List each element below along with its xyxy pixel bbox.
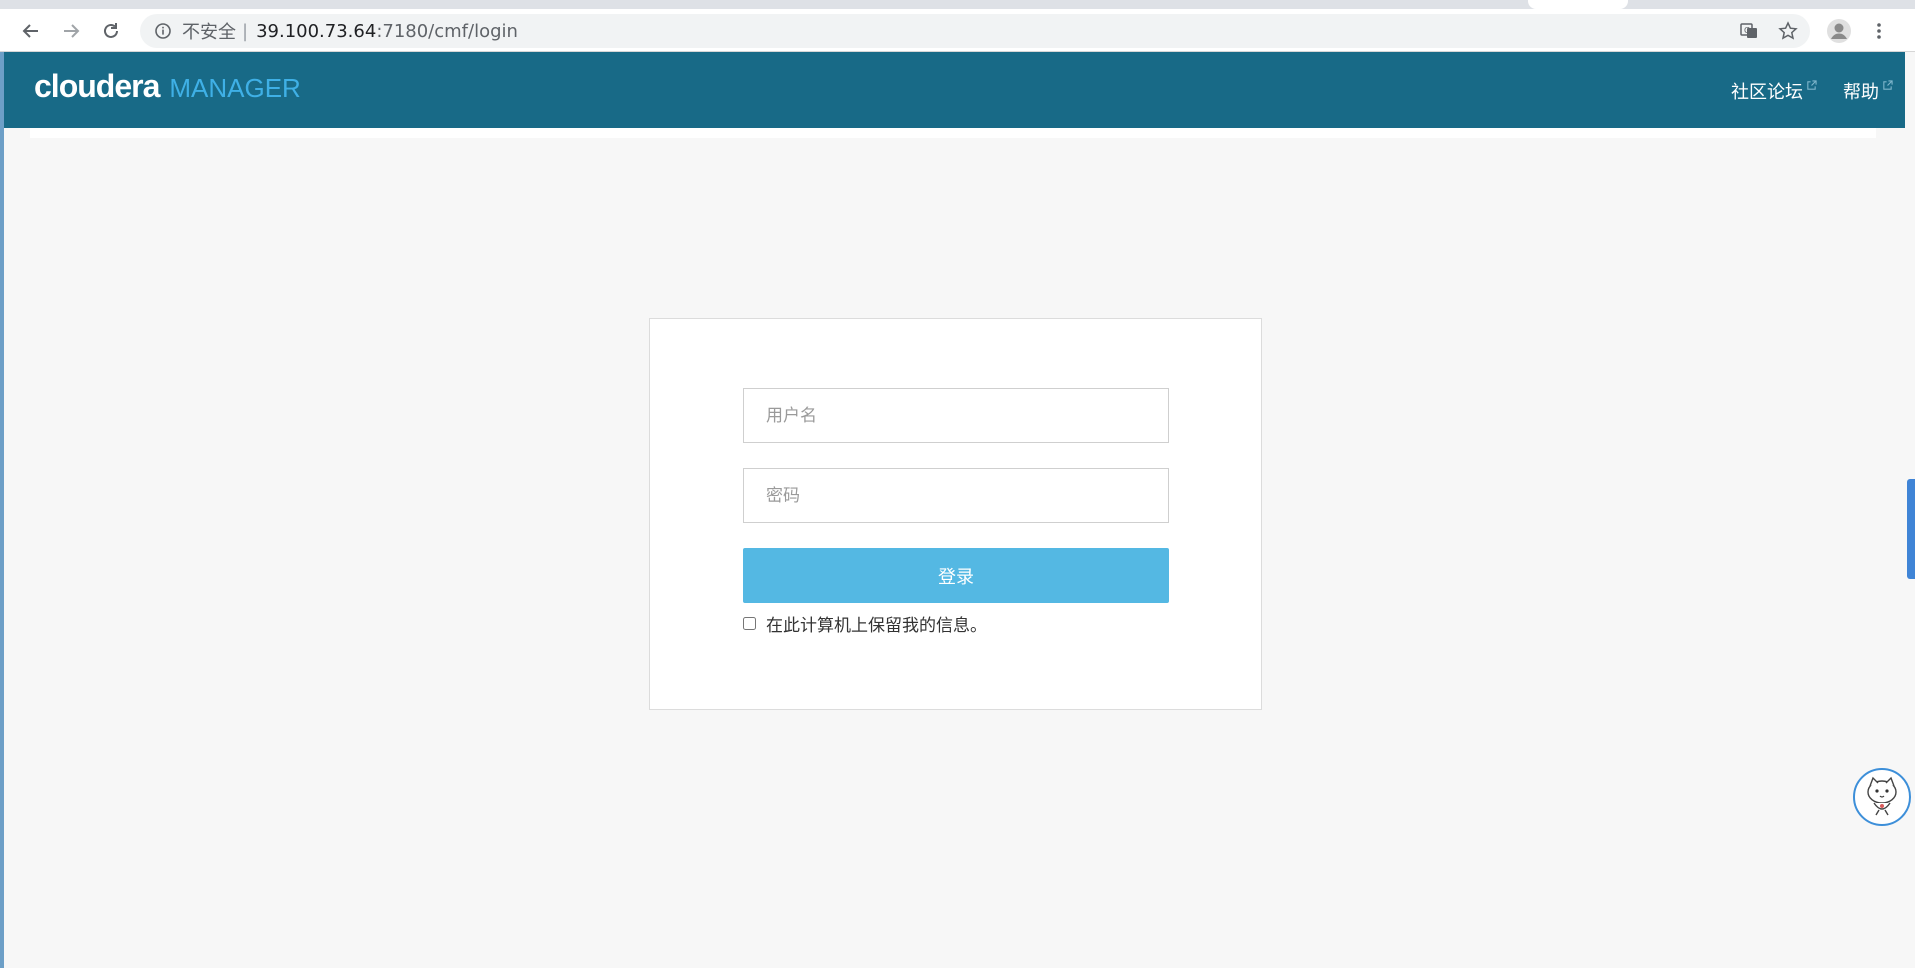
app-header: cloudera MANAGER 社区论坛 帮助	[4, 52, 1905, 128]
star-icon	[1778, 21, 1798, 40]
login-button[interactable]: 登录	[743, 548, 1169, 603]
arrow-left-icon	[22, 24, 38, 38]
header-links: 社区论坛 帮助	[1705, 78, 1893, 104]
security-label[interactable]: 不安全	[182, 18, 236, 44]
remember-me[interactable]: 在此计算机上保留我的信息。	[743, 611, 987, 636]
tab-strip	[0, 0, 1915, 9]
community-forum-link[interactable]: 社区论坛	[1731, 78, 1817, 104]
reload-icon	[104, 23, 118, 38]
cat-mascot-icon	[1867, 776, 1897, 816]
profile-icon	[1827, 19, 1851, 43]
login-panel: 登录 在此计算机上保留我的信息。	[649, 318, 1262, 710]
mascot-widget[interactable]	[1853, 768, 1911, 826]
info-icon[interactable]	[154, 22, 172, 40]
forward-button[interactable]	[56, 16, 86, 46]
brand-logo[interactable]: cloudera MANAGER	[34, 68, 301, 105]
username-input[interactable]	[743, 388, 1169, 443]
arrow-right-icon	[64, 24, 80, 38]
header-underline	[30, 128, 1876, 138]
help-label: 帮助	[1843, 82, 1879, 103]
community-forum-label: 社区论坛	[1731, 82, 1803, 103]
side-panel-toggle[interactable]	[1907, 479, 1915, 579]
browser-menu-button[interactable]	[1864, 16, 1894, 46]
reload-button[interactable]	[96, 16, 126, 46]
translate-icon: G	[1740, 23, 1757, 38]
brand-name: cloudera	[34, 68, 160, 104]
svg-text:G: G	[1744, 26, 1750, 35]
url-path: :7180/cmf/login	[376, 20, 518, 42]
brand-product: MANAGER	[169, 73, 301, 103]
help-link[interactable]: 帮助	[1843, 78, 1893, 104]
bookmark-button[interactable]	[1773, 16, 1803, 46]
external-link-icon	[1807, 80, 1817, 90]
browser-toolbar: 不安全 | 39.100.73.64 :7180/cmf/login G	[0, 0, 1915, 52]
window-edge	[0, 52, 4, 968]
active-tab[interactable]	[1528, 0, 1628, 9]
translate-button[interactable]: G	[1734, 16, 1764, 46]
kebab-menu-icon	[1877, 23, 1881, 39]
remember-me-label: 在此计算机上保留我的信息。	[766, 616, 987, 636]
url-separator: |	[242, 20, 249, 42]
remember-me-checkbox[interactable]	[743, 617, 756, 630]
external-link-icon	[1883, 80, 1893, 90]
back-button[interactable]	[16, 16, 46, 46]
password-input[interactable]	[743, 468, 1169, 523]
address-bar[interactable]: 不安全 | 39.100.73.64 :7180/cmf/login	[140, 14, 1810, 48]
profile-button[interactable]	[1824, 16, 1854, 46]
url-host: 39.100.73.64	[256, 20, 377, 42]
